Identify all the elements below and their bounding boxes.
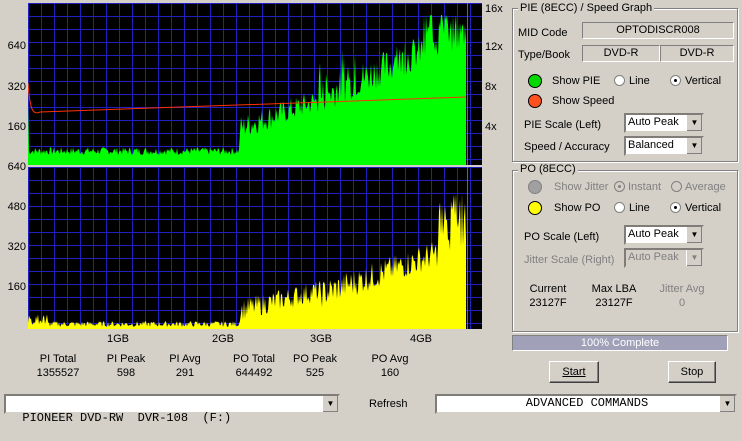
show-pie-label[interactable]: Show PIE	[552, 75, 600, 87]
jitter-color-swatch	[528, 180, 542, 194]
stat-label: PI Total	[39, 353, 77, 365]
progress-bar: 100% Complete	[512, 335, 728, 351]
disc-type-value: DVD-R	[582, 45, 660, 62]
stat-value: 291	[175, 367, 195, 379]
speed-color-swatch[interactable]	[528, 94, 542, 108]
x-tick: 2GB	[212, 333, 235, 345]
stat-value: 598	[116, 367, 136, 379]
stop-button-label: Stop	[680, 366, 704, 378]
speed-y-tick: 12x	[485, 41, 503, 53]
show-jitter-label: Show Jitter	[554, 181, 609, 193]
jitter-average-label: Average	[685, 181, 726, 193]
po-group-title: PO (8ECC)	[518, 163, 578, 175]
chevron-down-icon: ▼	[686, 250, 702, 266]
pie-graph	[28, 3, 482, 165]
x-tick: 1GB	[107, 333, 130, 345]
pie-y-tick: 640	[7, 40, 26, 52]
pie-line-label[interactable]: Line	[629, 75, 650, 87]
stat-label: PO Avg	[371, 353, 409, 365]
po-y-tick: 320	[7, 241, 26, 253]
pie-group-title: PIE (8ECC) / Speed Graph	[518, 2, 655, 14]
po-scale-select[interactable]: Auto Peak ▼	[624, 225, 704, 245]
progress-text: 100% Complete	[580, 337, 660, 349]
stat-label: PI Peak	[106, 353, 146, 365]
show-po-label[interactable]: Show PO	[554, 202, 600, 214]
jitter-scale-select: Auto Peak ▼	[624, 248, 704, 268]
po-scale-label: PO Scale (Left)	[524, 231, 600, 243]
jitter-scale-value: Auto Peak	[628, 251, 679, 263]
stat-value: 1355527	[36, 367, 80, 379]
chevron-down-icon[interactable]: ▼	[686, 227, 702, 243]
po-graph-canvas	[28, 167, 482, 329]
po-scale-value: Auto Peak	[628, 228, 679, 240]
chevron-down-icon[interactable]: ▼	[686, 115, 702, 131]
chevron-down-icon[interactable]: ▼	[322, 396, 338, 412]
pie-graph-canvas	[28, 3, 482, 165]
po-vertical-radio[interactable]	[670, 202, 681, 213]
po-color-swatch[interactable]	[528, 201, 542, 215]
jitter-avg-value: 0	[678, 297, 686, 309]
pie-y-tick: 320	[7, 81, 26, 93]
po-y-tick: 160	[7, 281, 26, 293]
po-y-tick: 640	[7, 161, 26, 173]
show-speed-label[interactable]: Show Speed	[552, 95, 614, 107]
pie-y-tick: 160	[7, 121, 26, 133]
po-y-tick: 480	[7, 201, 26, 213]
max-lba-value: 23127F	[595, 297, 633, 309]
stat-value: 644492	[235, 367, 273, 379]
chevron-down-icon[interactable]: ▼	[719, 396, 735, 412]
po-line-radio[interactable]	[614, 202, 625, 213]
mid-code-value: OPTODISCR008	[582, 22, 734, 39]
pie-scale-label: PIE Scale (Left)	[524, 119, 602, 131]
jitter-instant-label: Instant	[628, 181, 662, 193]
mid-code-label: MID Code	[518, 27, 568, 39]
advanced-commands-value: ADVANCED COMMANDS	[525, 396, 649, 410]
pie-color-swatch[interactable]	[528, 74, 542, 88]
current-label: Current	[529, 283, 567, 295]
stop-button[interactable]: Stop	[668, 361, 716, 383]
speed-y-tick: 16x	[485, 3, 503, 15]
pie-line-radio[interactable]	[614, 75, 625, 86]
po-vertical-label[interactable]: Vertical	[685, 202, 721, 214]
pie-scale-select[interactable]: Auto Peak ▼	[624, 113, 704, 133]
stat-value: 525	[305, 367, 325, 379]
speed-accuracy-select[interactable]: Balanced ▼	[624, 136, 704, 156]
stat-value: 160	[380, 367, 400, 379]
drive-select[interactable]: PIONEER DVD-RW DVR-108 (F:) ▼	[4, 394, 340, 425]
chevron-down-icon[interactable]: ▼	[686, 138, 702, 154]
advanced-commands-select[interactable]: ADVANCED COMMANDS ▼	[435, 394, 737, 414]
pie-scale-value: Auto Peak	[628, 116, 679, 128]
stat-label: PI Avg	[169, 353, 201, 365]
refresh-button[interactable]: Refresh	[369, 398, 408, 410]
start-button-label: Start	[562, 366, 586, 378]
pie-vertical-label[interactable]: Vertical	[685, 75, 721, 87]
jitter-instant-radio	[614, 181, 625, 192]
speed-y-tick: 8x	[485, 81, 497, 93]
x-tick: 3GB	[310, 333, 333, 345]
pie-vertical-radio[interactable]	[670, 75, 681, 86]
jitter-average-radio	[671, 181, 682, 192]
jitter-scale-label: Jitter Scale (Right)	[524, 254, 615, 266]
max-lba-label: Max LBA	[591, 283, 637, 295]
jitter-avg-label: Jitter Avg	[659, 283, 705, 295]
x-tick: 4GB	[410, 333, 433, 345]
drive-select-value: PIONEER DVD-RW DVR-108 (F:)	[22, 411, 232, 425]
speed-accuracy-label: Speed / Accuracy	[524, 141, 610, 153]
current-value: 23127F	[529, 297, 567, 309]
type-book-label: Type/Book	[518, 49, 570, 61]
start-button[interactable]: Start	[549, 361, 599, 383]
stat-label: PO Peak	[292, 353, 338, 365]
book-type-value: DVD-R	[660, 45, 734, 62]
speed-accuracy-value: Balanced	[628, 139, 674, 151]
stat-label: PO Total	[233, 353, 275, 365]
po-line-label[interactable]: Line	[629, 202, 650, 214]
po-graph	[28, 167, 482, 329]
speed-y-tick: 4x	[485, 121, 497, 133]
